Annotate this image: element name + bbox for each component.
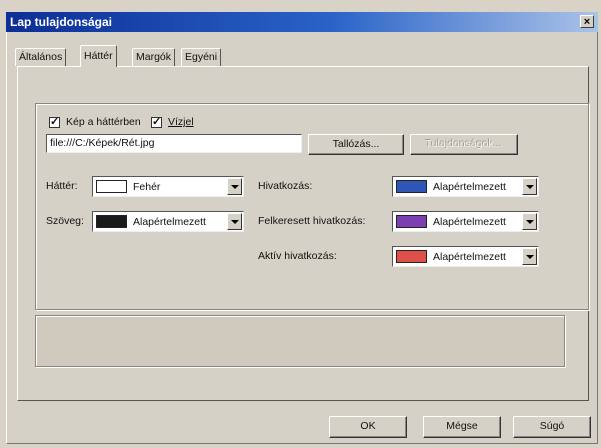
properties-button[interactable]: Tulajdonságok... <box>410 134 518 155</box>
cancel-button[interactable]: Mégse <box>423 416 501 438</box>
text-color-value: Alapértelmezett <box>133 216 206 228</box>
tab-custom[interactable]: Egyéni <box>181 48 222 66</box>
chevron-down-icon[interactable] <box>522 248 537 265</box>
watermark-checkbox[interactable]: ✓ <box>151 117 162 128</box>
tab-background[interactable]: Háttér <box>80 45 117 67</box>
browse-button[interactable]: Tallózás... <box>308 134 404 155</box>
dialog-body: Általános Háttér Margók Egyéni ✓ Kép a h… <box>6 32 598 444</box>
active-link-color-label: Aktív hivatkozás: <box>258 250 337 262</box>
active-link-color-value: Alapértelmezett <box>433 251 506 263</box>
title-bar: Lap tulajdonságai × <box>6 12 598 32</box>
image-background-label: Kép a háttérben <box>66 116 141 128</box>
image-background-checkbox[interactable]: ✓ <box>49 117 60 128</box>
tab-margins-label: Margók <box>136 51 172 63</box>
preview-area <box>35 315 565 367</box>
watermark-label: Vízjel <box>168 116 194 128</box>
background-color-swatch <box>96 180 127 193</box>
text-color-swatch <box>96 215 127 228</box>
text-color-select[interactable]: Alapértelmezett <box>92 211 244 232</box>
window-title: Lap tulajdonságai <box>10 15 113 29</box>
link-color-value: Alapértelmezett <box>433 181 506 193</box>
tab-background-label: Háttér <box>84 50 113 62</box>
active-link-color-swatch <box>396 250 427 263</box>
tab-margins[interactable]: Margók <box>132 48 176 66</box>
link-color-label: Hivatkozás: <box>258 180 313 192</box>
text-color-label: Szöveg: <box>46 215 84 227</box>
image-path-input[interactable]: file:///C:/Képek/Rét.jpg <box>46 134 302 153</box>
background-color-label: Háttér: <box>46 180 78 192</box>
background-color-value: Fehér <box>133 181 161 193</box>
tab-custom-label: Egyéni <box>185 51 218 63</box>
background-color-select[interactable]: Fehér <box>92 176 244 197</box>
tab-panel: ✓ Kép a háttérben ✓ Vízjel file:///C:/Ké… <box>17 66 589 401</box>
close-icon[interactable]: × <box>580 15 594 28</box>
chevron-down-icon[interactable] <box>522 178 537 195</box>
tab-general-label: Általános <box>19 51 63 63</box>
background-group: ✓ Kép a háttérben ✓ Vízjel file:///C:/Ké… <box>35 103 589 310</box>
visited-link-color-swatch <box>396 215 427 228</box>
ok-button[interactable]: OK <box>329 416 407 438</box>
active-link-color-select[interactable]: Alapértelmezett <box>392 246 539 267</box>
visited-link-color-value: Alapértelmezett <box>433 216 506 228</box>
link-color-select[interactable]: Alapértelmezett <box>392 176 539 197</box>
visited-link-color-select[interactable]: Alapértelmezett <box>392 211 539 232</box>
chevron-down-icon[interactable] <box>227 178 242 195</box>
tab-general[interactable]: Általános <box>15 48 67 66</box>
link-color-swatch <box>396 180 427 193</box>
chevron-down-icon[interactable] <box>227 213 242 230</box>
help-button[interactable]: Súgó <box>513 416 591 438</box>
chevron-down-icon[interactable] <box>522 213 537 230</box>
visited-link-color-label: Felkeresett hivatkozás: <box>258 215 366 227</box>
